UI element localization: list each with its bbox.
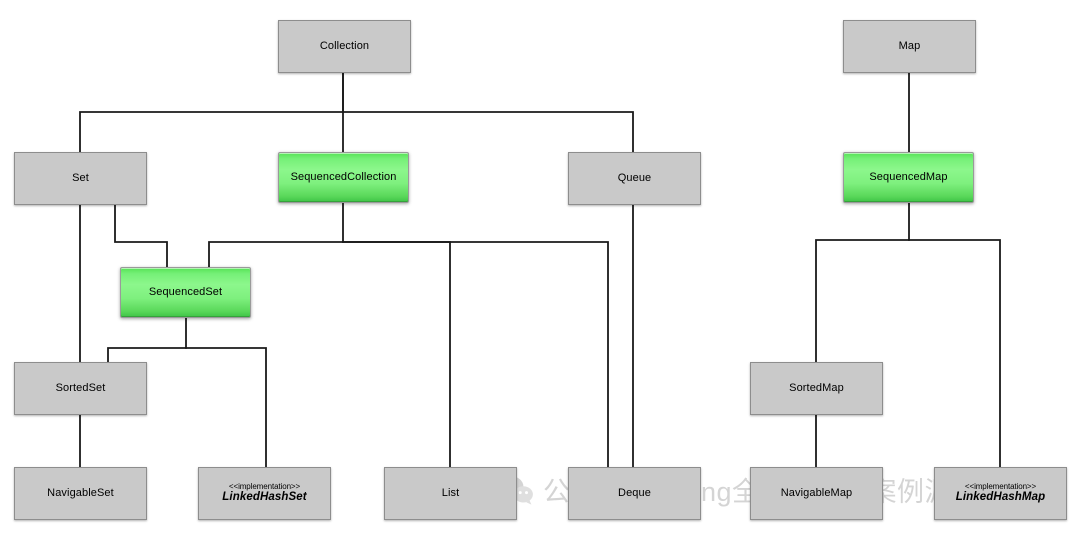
class-node-deque[interactable]: Deque — [568, 467, 701, 520]
class-node-navigablemap[interactable]: NavigableMap — [750, 467, 883, 520]
class-node-set[interactable]: Set — [14, 152, 147, 205]
node-stereotype: <<implementation>> — [228, 482, 301, 491]
class-node-linkedhashmap[interactable]: <<implementation>> LinkedHashMap — [934, 467, 1067, 520]
edge-sequencedset-linkedhashset — [185, 347, 267, 468]
edge-sequencedmap-linkedhashmap — [908, 239, 1001, 468]
class-node-map[interactable]: Map — [843, 20, 976, 73]
class-node-navigableset[interactable]: NavigableSet — [14, 467, 147, 520]
node-stereotype: <<implementation>> — [964, 482, 1037, 491]
class-node-sortedmap[interactable]: SortedMap — [750, 362, 883, 415]
class-node-queue[interactable]: Queue — [568, 152, 701, 205]
edge-sequencedset-sortedset — [107, 317, 187, 363]
class-node-sequencedmap[interactable]: SequencedMap — [843, 152, 974, 203]
node-label: NavigableMap — [780, 487, 853, 500]
edge-sequencedcollection-deque — [342, 241, 609, 468]
class-node-sequencedset[interactable]: SequencedSet — [120, 267, 251, 318]
class-node-linkedhashset[interactable]: <<implementation>> LinkedHashSet — [198, 467, 331, 520]
node-label: SequencedMap — [869, 171, 948, 184]
node-label: NavigableSet — [47, 487, 114, 500]
node-label: Map — [898, 40, 921, 53]
edge-collection-set — [79, 72, 344, 153]
node-label: SequencedSet — [148, 286, 223, 299]
edge-collection-queue — [342, 111, 634, 153]
class-diagram-canvas: Collection Map Set SequencedCollection Queue… — [0, 0, 1080, 537]
node-label: List — [441, 487, 460, 500]
class-node-collection[interactable]: Collection — [278, 20, 411, 73]
class-node-sequencedcollection[interactable]: SequencedCollection — [278, 152, 409, 203]
edge-sequencedmap-sortedmap — [815, 202, 910, 363]
node-label: SortedMap — [789, 382, 844, 395]
node-label: LinkedHashSet — [222, 491, 307, 504]
node-label: Set — [72, 172, 89, 185]
node-label: Collection — [319, 40, 370, 53]
class-node-list[interactable]: List — [384, 467, 517, 520]
node-label: Deque — [618, 487, 651, 500]
edge-sequencedcollection-sequencedset — [208, 202, 344, 268]
node-label: SequencedCollection — [290, 171, 397, 184]
class-node-sortedset[interactable]: SortedSet — [14, 362, 147, 415]
node-label: Queue — [617, 172, 652, 185]
edge-sequencedcollection-list — [342, 241, 451, 468]
edge-set-sequencedset — [114, 204, 168, 268]
node-label: SortedSet — [55, 382, 106, 395]
node-label: LinkedHashMap — [955, 491, 1046, 504]
